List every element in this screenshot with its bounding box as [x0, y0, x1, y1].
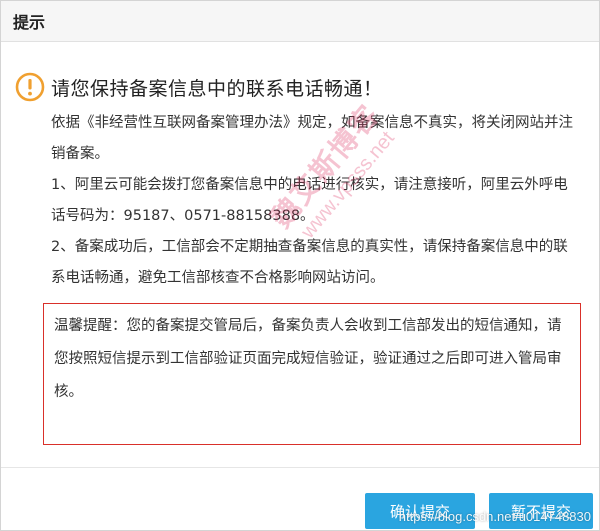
dialog-title: 提示 [13, 13, 46, 32]
dialog-header: 提示 [1, 1, 599, 42]
headline: 请您保持备案信息中的联系电话畅通！ [51, 77, 383, 100]
confirm-submit-button[interactable]: 确认提交 [365, 493, 475, 529]
headline-row: 请您保持备案信息中的联系电话畅通！ [15, 70, 581, 104]
submit-later-button[interactable]: 暂不提交 [489, 493, 593, 529]
paragraph-regulation: 依据《非经营性互联网备案管理办法》规定，如备案信息不真实，将关闭网站并注销备案。 [51, 115, 573, 162]
content-text: 依据《非经营性互联网备案管理办法》规定，如备案信息不真实，将关闭网站并注销备案。… [51, 108, 581, 294]
notice-text: 温馨提醒：您的备案提交管局后，备案负责人会收到工信部发出的短信通知，请您按照短信… [54, 318, 562, 400]
paragraph-spot-check: 2、备案成功后，工信部会不定期抽查备案信息的真实性，请保持备案信息中的联系电话畅… [51, 239, 568, 286]
dialog: 提示 请您保持备案信息中的联系电话畅通！ 依据《非经营性互联网备案管理办法》规定… [0, 0, 600, 531]
paragraph-phone-verification: 1、阿里云可能会拨打您备案信息中的电话进行核实，请注意接听，阿里云外呼电话号码为… [51, 177, 568, 224]
dialog-body: 请您保持备案信息中的联系电话畅通！ 依据《非经营性互联网备案管理办法》规定，如备… [1, 70, 599, 294]
exclamation-circle-icon [15, 72, 45, 102]
notice-box: 温馨提醒：您的备案提交管局后，备案负责人会收到工信部发出的短信通知，请您按照短信… [43, 303, 581, 445]
footer-divider [1, 467, 599, 468]
